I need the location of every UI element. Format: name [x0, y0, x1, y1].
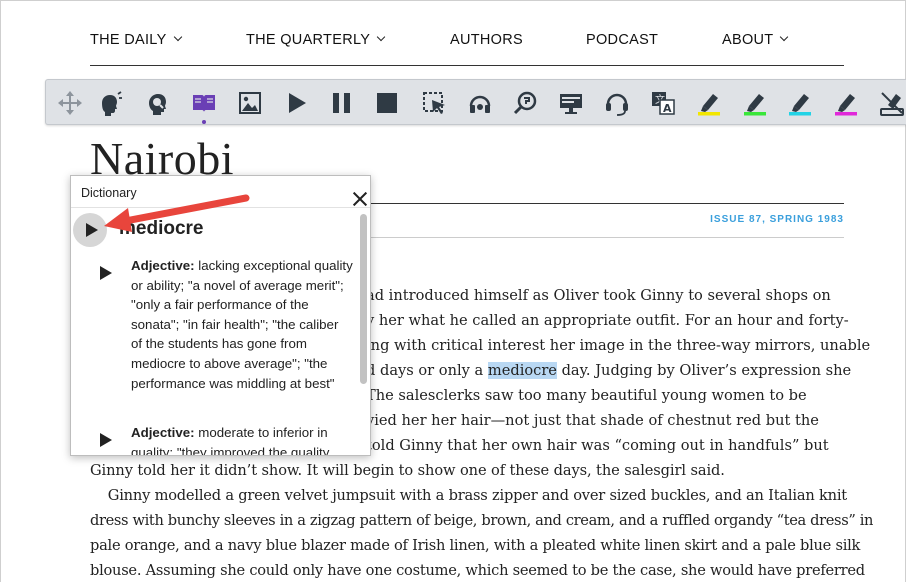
- pause-icon[interactable]: [328, 89, 356, 117]
- text-line: ad introduced himself as Oliver took Gin…: [366, 287, 831, 304]
- headset-icon[interactable]: [603, 89, 631, 117]
- play-definition-2-icon[interactable]: [100, 433, 112, 447]
- clear-highlights-icon[interactable]: [878, 89, 906, 117]
- highlight-pink-icon[interactable]: [832, 89, 860, 117]
- close-icon[interactable]: [353, 192, 367, 206]
- text-line: Ginny told her it didn’t show. It will b…: [90, 462, 725, 479]
- highlight-yellow-icon[interactable]: [695, 89, 723, 117]
- issue-label[interactable]: ISSUE 87, SPRING 1983: [710, 214, 844, 225]
- highlight-cyan-icon[interactable]: [786, 89, 814, 117]
- translate-icon[interactable]: 文A: [649, 89, 677, 117]
- text-line: told Ginny that her own hair was “coming…: [366, 437, 829, 454]
- dictionary-scrollbar[interactable]: [360, 214, 367, 384]
- move-handle-icon[interactable]: [56, 89, 84, 117]
- dictionary-book-icon[interactable]: [190, 89, 218, 124]
- speak-head-icon[interactable]: [96, 89, 124, 117]
- nav-the-quarterly[interactable]: THE QUARTERLY: [246, 32, 386, 48]
- stop-icon[interactable]: [373, 89, 401, 117]
- text-line: ing with critical interest her image in …: [366, 337, 871, 354]
- image-icon[interactable]: [236, 89, 264, 117]
- text-line: pale orange, and a navy blue blazer made…: [90, 537, 861, 554]
- play-definition-1-icon[interactable]: [100, 266, 112, 280]
- text-line: vied her her hair—not just that shade of…: [366, 412, 819, 429]
- nav-about[interactable]: ABOUT: [722, 32, 789, 48]
- nav-label: PODCAST: [586, 32, 659, 48]
- highlighted-word[interactable]: mediocre: [487, 362, 557, 379]
- nav-podcast[interactable]: PODCAST: [586, 32, 658, 48]
- picture-dictionary-icon[interactable]: [144, 89, 172, 117]
- definition-2: Adjective: moderate to inferior in quali…: [131, 425, 330, 456]
- nav-the-daily[interactable]: THE DAILY: [90, 32, 182, 48]
- chevron-down-icon: [173, 32, 182, 42]
- text-line: d days or only a mediocre day. Judging b…: [366, 362, 852, 379]
- definition-1: Adjective: lacking exceptional quality o…: [131, 258, 353, 391]
- text-line: y her what he called an appropriate outf…: [366, 312, 849, 329]
- nav-label: THE QUARTERLY: [246, 32, 371, 48]
- text-line: dress with bunchy sleeves in a zigzag pa…: [90, 512, 874, 529]
- screenshot-reader-icon[interactable]: [512, 89, 540, 117]
- chevron-down-icon: [780, 32, 789, 42]
- svg-text:A: A: [663, 102, 672, 115]
- nav-label: AUTHORS: [450, 32, 523, 48]
- text-line: The salesclerks saw too many beautiful y…: [366, 387, 807, 404]
- nav-label: THE DAILY: [90, 32, 167, 48]
- click-to-speak-icon[interactable]: [420, 89, 448, 117]
- text-line: Ginny modelled a green velvet jumpsuit w…: [90, 487, 847, 504]
- chevron-down-icon: [376, 32, 386, 42]
- text-line: blouse. Assuming she could only have one…: [90, 562, 865, 579]
- nav-authors[interactable]: AUTHORS: [450, 32, 523, 48]
- audio-maker-icon[interactable]: [466, 89, 494, 117]
- read-write-toolbar: 文A: [45, 79, 906, 125]
- annotation-arrow: [104, 194, 250, 232]
- active-indicator: [202, 120, 206, 124]
- play-icon[interactable]: [282, 89, 310, 117]
- highlight-green-icon[interactable]: [741, 89, 769, 117]
- webpage-simplify-icon[interactable]: [557, 89, 585, 117]
- top-navigation: THE DAILY THE QUARTERLY AUTHORS PODCAST …: [90, 30, 844, 66]
- nav-label: ABOUT: [722, 32, 774, 48]
